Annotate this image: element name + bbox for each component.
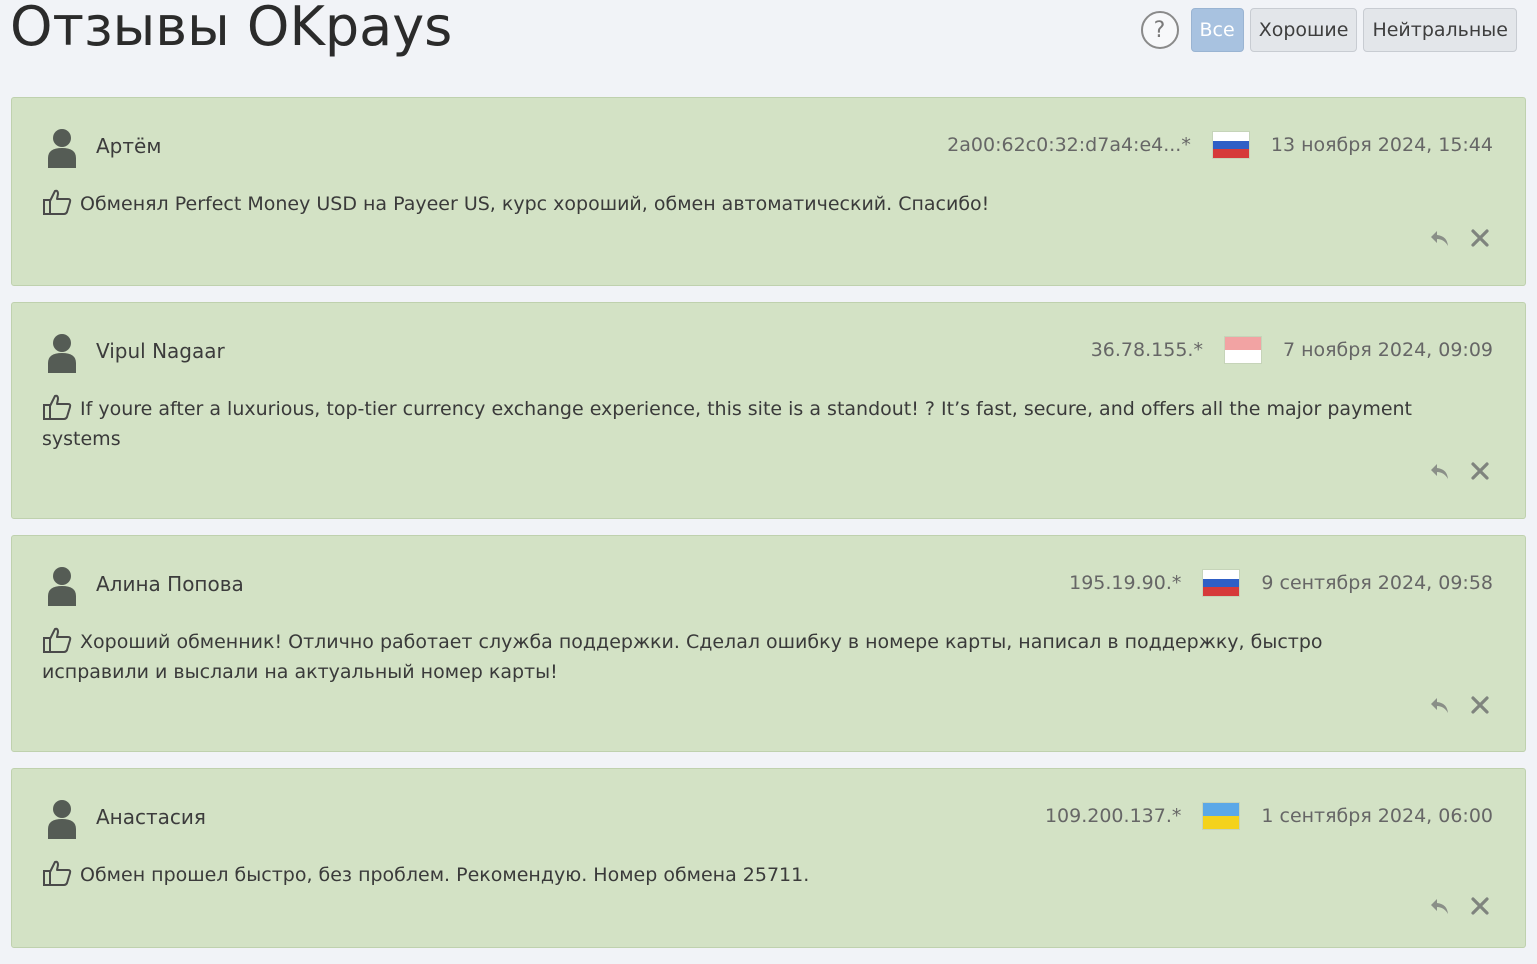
close-icon[interactable] xyxy=(1469,460,1491,482)
thumbs-up-icon xyxy=(43,394,72,420)
review-author: Алина Попова xyxy=(96,572,244,596)
page-title: Отзывы OKpays xyxy=(10,0,453,58)
review-ip: 109.200.137.* xyxy=(1044,805,1182,827)
review-ip: 195.19.90.* xyxy=(1069,572,1182,594)
review-date: 7 ноября 2024, 09:09 xyxy=(1282,339,1493,361)
review-meta: 2a00:62c0:32:d7a4:e4...* 13 ноября 2024,… xyxy=(947,132,1493,159)
review-header: Анастасия 109.200.137.* 1 сентября 2024,… xyxy=(12,797,1525,841)
review-text-block: Обменял Perfect Money USD на Payeer US, … xyxy=(42,188,1425,219)
review-ip: 36.78.155.* xyxy=(1090,339,1203,361)
review-actions xyxy=(1429,694,1491,716)
thumbs-up-icon xyxy=(43,627,72,653)
indonesia-flag-icon xyxy=(1224,337,1261,363)
review-actions xyxy=(1429,895,1491,917)
filter-all-button[interactable]: Все xyxy=(1190,8,1244,52)
review-text: Обменял Perfect Money USD на Payeer US, … xyxy=(80,193,990,215)
reply-icon[interactable] xyxy=(1429,895,1451,917)
review-author: Анастасия xyxy=(96,805,206,829)
review-meta: 195.19.90.* 9 сентября 2024, 09:58 xyxy=(1069,570,1493,597)
review-text-block: Обмен прошел быстро, без проблем. Рекоме… xyxy=(42,859,1425,890)
russia-flag-icon xyxy=(1203,570,1240,597)
russia-flag-icon xyxy=(1212,132,1249,159)
review-meta: 36.78.155.* 7 ноября 2024, 09:09 xyxy=(1091,337,1493,363)
close-icon[interactable] xyxy=(1469,227,1491,249)
review-filters: ? Все Хорошие Нейтральные xyxy=(1140,8,1517,52)
review-header: Артём 2a00:62c0:32:d7a4:e4...* 13 ноября… xyxy=(12,126,1525,170)
close-icon[interactable] xyxy=(1469,895,1491,917)
user-avatar-icon xyxy=(48,129,76,168)
reply-icon[interactable] xyxy=(1429,694,1451,716)
user-avatar-icon xyxy=(48,800,76,839)
review-text: Обмен прошел быстро, без проблем. Рекоме… xyxy=(80,864,810,886)
question-icon: ? xyxy=(1153,17,1166,43)
thumbs-up-icon xyxy=(43,860,72,886)
review-meta: 109.200.137.* 1 сентября 2024, 06:00 xyxy=(1045,803,1493,829)
user-avatar-icon xyxy=(48,334,76,373)
review-date: 9 сентября 2024, 09:58 xyxy=(1261,572,1493,594)
review-actions xyxy=(1429,227,1491,249)
filter-good-button[interactable]: Хорошие xyxy=(1249,8,1358,52)
review-actions xyxy=(1429,460,1491,482)
review-card: Артём 2a00:62c0:32:d7a4:e4...* 13 ноября… xyxy=(11,97,1526,286)
filter-neutral-button[interactable]: Нейтральные xyxy=(1363,8,1517,52)
review-text-block: Хороший обменник! Отлично работает служб… xyxy=(42,626,1425,687)
close-icon[interactable] xyxy=(1469,694,1491,716)
ukraine-flag-icon xyxy=(1203,803,1240,829)
reply-icon[interactable] xyxy=(1429,227,1451,249)
review-card: Анастасия 109.200.137.* 1 сентября 2024,… xyxy=(11,768,1526,948)
review-date: 1 сентября 2024, 06:00 xyxy=(1261,805,1493,827)
review-header: Алина Попова 195.19.90.* 9 сентября 2024… xyxy=(12,564,1525,608)
review-author: Артём xyxy=(96,134,162,158)
review-text: Хороший обменник! Отлично работает служб… xyxy=(42,631,1323,683)
reply-icon[interactable] xyxy=(1429,460,1451,482)
review-list: Артём 2a00:62c0:32:d7a4:e4...* 13 ноября… xyxy=(11,97,1526,964)
review-header: Vipul Nagaar 36.78.155.* 7 ноября 2024, … xyxy=(12,331,1525,375)
review-card: Vipul Nagaar 36.78.155.* 7 ноября 2024, … xyxy=(11,302,1526,519)
user-avatar-icon xyxy=(48,567,76,606)
review-text-block: If youre after a luxurious, top-tier cur… xyxy=(42,393,1425,454)
help-button[interactable]: ? xyxy=(1140,11,1179,49)
review-ip: 2a00:62c0:32:d7a4:e4...* xyxy=(947,134,1191,156)
review-text: If youre after a luxurious, top-tier cur… xyxy=(42,398,1413,450)
review-date: 13 ноября 2024, 15:44 xyxy=(1270,134,1493,156)
review-card: Алина Попова 195.19.90.* 9 сентября 2024… xyxy=(11,535,1526,752)
thumbs-up-icon xyxy=(43,189,72,215)
review-author: Vipul Nagaar xyxy=(96,339,225,363)
